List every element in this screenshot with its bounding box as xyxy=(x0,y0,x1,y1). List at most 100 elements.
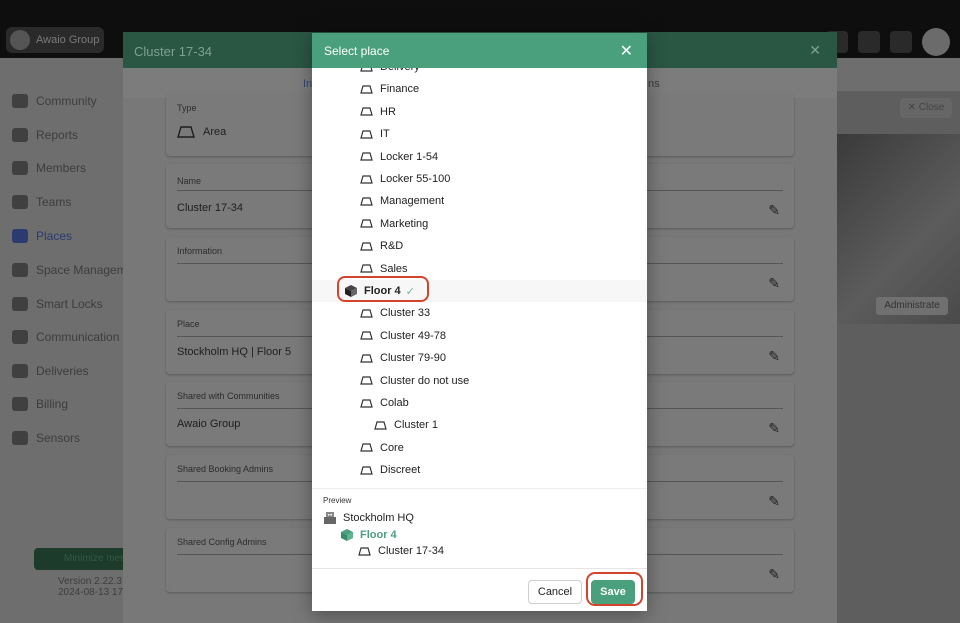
modal-close-icon[interactable]: ✕ xyxy=(620,41,633,61)
area-icon xyxy=(360,354,373,363)
tree-item[interactable]: IT xyxy=(312,123,647,145)
tree-item[interactable]: Locker 55-100 xyxy=(312,168,647,190)
tree-item[interactable]: Delivery xyxy=(312,68,647,78)
place-tree[interactable]: Delivery Finance HR IT Locker 1-54 Locker 55-… xyxy=(312,68,647,488)
user-avatar[interactable] xyxy=(922,28,950,56)
sidebar-item-smart-locks[interactable]: Smart Locks xyxy=(12,297,103,311)
tree-item[interactable]: Locker 1-54 xyxy=(312,146,647,168)
reports-icon xyxy=(12,128,28,142)
card-label: Name xyxy=(177,176,202,186)
card-label: Shared Booking Admins xyxy=(177,464,274,474)
tree-item[interactable]: Discreet xyxy=(312,459,647,481)
tree-item-label: Cluster 79-90 xyxy=(380,352,447,365)
area-icon xyxy=(360,376,373,385)
card-label: Information xyxy=(177,246,223,256)
tree-item[interactable]: Floor 4 ✓ xyxy=(312,280,647,302)
sidebar-item-community[interactable]: Community xyxy=(12,94,97,108)
edit-pencil-icon[interactable]: ✎ xyxy=(768,566,780,583)
preview-building: Stockholm HQ xyxy=(324,511,414,524)
sidebar-item-label: Smart Locks xyxy=(36,297,103,311)
area-icon xyxy=(360,85,373,94)
card-value-text: Area xyxy=(203,126,227,138)
tree-item-label: Delivery xyxy=(380,68,420,73)
tree-item-label: Finance xyxy=(380,83,420,96)
sidebar-item-members[interactable]: Members xyxy=(12,161,86,175)
brand-logo-icon xyxy=(10,30,30,50)
tree-item-label: IT xyxy=(380,128,390,141)
tree-item[interactable]: Colab xyxy=(312,392,647,414)
tree-item[interactable]: Sales xyxy=(312,258,647,280)
cancel-button[interactable]: Cancel xyxy=(528,580,582,604)
tree-item[interactable]: Cluster 1 xyxy=(312,414,647,436)
tree-item[interactable]: Cluster do not use xyxy=(312,370,647,392)
tree-item-label: Cluster 1 xyxy=(394,419,439,432)
space-icon xyxy=(12,263,28,277)
panel-close-icon[interactable]: ✕ xyxy=(809,42,821,59)
sidebar-item-label: Deliveries xyxy=(36,364,89,378)
card-label: Place xyxy=(177,319,200,329)
area-icon xyxy=(360,152,373,161)
tree-item[interactable]: Finance xyxy=(312,78,647,100)
preview-area-name: Cluster 17-34 xyxy=(378,545,445,557)
notification-bell-icon[interactable] xyxy=(858,31,880,53)
tree-item[interactable]: HR xyxy=(312,101,647,123)
sidebar-item-teams[interactable]: Teams xyxy=(12,195,71,209)
edit-pencil-icon[interactable]: ✎ xyxy=(768,420,780,437)
billing-icon xyxy=(12,397,28,411)
modal-title: Select place xyxy=(324,44,390,58)
card-value: Cluster 17-34 xyxy=(177,202,244,214)
community-icon xyxy=(12,94,28,108)
card-label: Type xyxy=(177,103,197,113)
tree-item-label: Locker 55-100 xyxy=(380,173,451,185)
edit-pencil-icon[interactable]: ✎ xyxy=(768,202,780,219)
sidebar-item-label: Communication xyxy=(36,330,120,344)
tree-item-label: Cluster 49-78 xyxy=(380,329,447,342)
administrate-button[interactable]: Administrate xyxy=(876,297,948,315)
minimize-menu-button[interactable]: Minimize menu xyxy=(34,548,134,570)
tree-item[interactable]: Marketing xyxy=(312,213,647,235)
edit-pencil-icon[interactable]: ✎ xyxy=(768,493,780,510)
sidebar-item-label: Billing xyxy=(36,397,69,411)
tree-item-label: Marketing xyxy=(380,217,429,230)
close-button[interactable]: ✕ Close xyxy=(900,98,952,118)
sidebar-item-label: Places xyxy=(36,229,73,243)
sidebar-item-communication[interactable]: Communication xyxy=(12,330,119,344)
sidebar-item-deliveries[interactable]: Deliveries xyxy=(12,364,89,378)
tree-item[interactable]: Cluster 33 xyxy=(312,302,647,324)
messages-icon[interactable] xyxy=(890,31,912,53)
tree-item[interactable]: Management xyxy=(312,190,647,212)
area-icon xyxy=(360,443,373,452)
tree-item-label: Discreet xyxy=(380,464,421,477)
place-photo xyxy=(837,134,960,324)
edit-pencil-icon[interactable]: ✎ xyxy=(768,348,780,365)
sidebar-item-sensors[interactable]: Sensors xyxy=(12,431,80,445)
sidebar-item-reports[interactable]: Reports xyxy=(12,128,78,142)
check-icon: ✓ xyxy=(405,285,415,298)
save-button[interactable]: Save xyxy=(591,580,635,604)
sidebar-item-billing[interactable]: Billing xyxy=(12,397,68,411)
teams-icon xyxy=(12,195,28,209)
area-icon xyxy=(177,126,195,138)
floor-icon xyxy=(341,529,353,541)
tree-item[interactable]: Cluster 49-78 xyxy=(312,325,647,347)
tree-item[interactable]: R&D xyxy=(312,235,647,257)
edit-pencil-icon[interactable]: ✎ xyxy=(768,275,780,292)
tree-item[interactable]: Cluster 79-90 xyxy=(312,347,647,369)
tree-item-label: Management xyxy=(380,195,445,208)
sidebar-item-places[interactable]: Places xyxy=(12,229,72,243)
area-icon xyxy=(360,242,373,251)
card-label: Shared with Communities xyxy=(177,391,280,401)
area-icon xyxy=(360,197,373,206)
tab-permissions[interactable]: ns xyxy=(648,78,660,90)
brand-switcher[interactable]: Awaio Group xyxy=(6,27,104,53)
panel-title: Cluster 17-34 xyxy=(134,44,213,59)
box-icon xyxy=(12,364,28,378)
area-icon xyxy=(360,174,373,184)
sidebar-item-label: Teams xyxy=(36,195,72,209)
tab-information[interactable]: In xyxy=(303,78,312,90)
area-icon xyxy=(360,466,373,475)
preview-floor-name: Floor 4 xyxy=(360,529,397,541)
tree-item[interactable]: Core xyxy=(312,437,647,459)
area-icon xyxy=(358,546,371,556)
card-value: Area xyxy=(177,126,226,138)
